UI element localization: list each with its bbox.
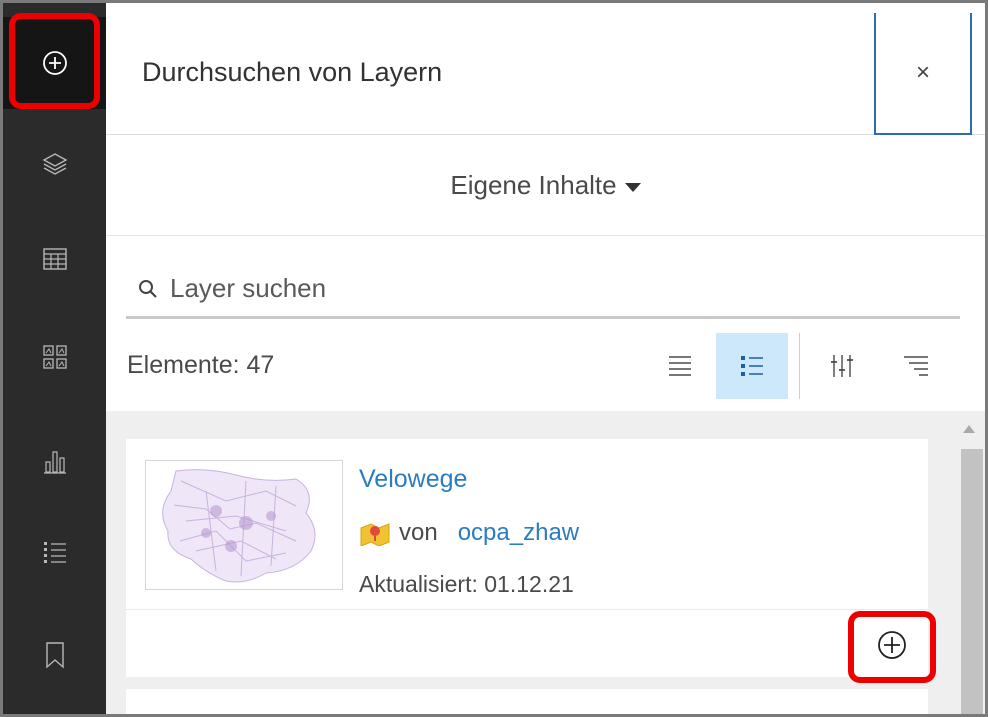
sort-icon	[904, 356, 928, 376]
scroll-thumb[interactable]	[961, 449, 983, 714]
filter-button[interactable]	[806, 333, 878, 399]
layers-button[interactable]	[3, 117, 106, 209]
search-input[interactable]	[170, 273, 930, 304]
by-label: von	[399, 519, 438, 546]
panel-header: Durchsuchen von Layern ×	[106, 3, 985, 135]
detail-list-view-button[interactable]	[716, 333, 788, 399]
results-list: Velowege von ocpa_zhaw Aktualisiert: 01.…	[106, 411, 985, 714]
table-button[interactable]	[3, 213, 106, 305]
basemap-gallery-icon	[42, 345, 67, 369]
scroll-up-arrow-icon[interactable]	[963, 425, 975, 433]
updated-date: Aktualisiert: 01.12.21	[359, 571, 574, 597]
detail-list-view-icon	[741, 356, 763, 376]
owner-badge-icon	[360, 523, 390, 546]
card-divider	[126, 609, 928, 610]
basemap-button[interactable]	[3, 311, 106, 403]
map-thumbnail-image	[162, 469, 316, 583]
bar-chart-icon	[43, 451, 66, 474]
list-view-button[interactable]	[644, 333, 716, 399]
highlight-box-add-button	[848, 611, 936, 683]
caret-down-icon	[624, 183, 641, 192]
legend-button[interactable]	[3, 507, 106, 599]
side-toolbar	[3, 3, 106, 714]
app-frame: Durchsuchen von Layern × Eigene Inhalte …	[0, 0, 988, 717]
panel-title: Durchsuchen von Layern	[142, 57, 443, 87]
charts-button[interactable]	[3, 415, 106, 507]
sort-button[interactable]	[880, 333, 952, 399]
owner-name-link[interactable]: ocpa_zhaw	[458, 519, 579, 547]
legend-list-icon	[43, 542, 66, 563]
content-source-dropdown[interactable]: Eigene Inhalte	[106, 136, 985, 236]
content-source-label: Eigene Inhalte	[450, 170, 617, 200]
table-icon	[42, 248, 67, 270]
search-bar	[126, 261, 960, 319]
highlight-box-add-layer	[9, 13, 100, 109]
layers-icon	[42, 153, 67, 175]
item-count: Elemente: 47	[127, 351, 275, 379]
bookmark-icon	[45, 642, 64, 669]
close-button[interactable]: ×	[874, 13, 972, 135]
layer-title[interactable]: Velowege	[359, 465, 467, 494]
bookmarks-button[interactable]	[3, 609, 106, 701]
toolbar-divider	[799, 333, 800, 399]
list-view-icon	[669, 356, 691, 376]
browse-layers-panel: Durchsuchen von Layern × Eigene Inhalte …	[106, 3, 985, 714]
layer-card[interactable]: Velowege von ocpa_zhaw Aktualisiert: 01.…	[126, 439, 928, 677]
search-icon	[139, 279, 157, 298]
results-toolbar: Elemente: 47	[106, 321, 985, 411]
layer-card[interactable]	[126, 689, 928, 714]
owner-row: von ocpa_zhaw	[359, 519, 579, 547]
filter-icon	[831, 355, 853, 377]
scrollbar[interactable]	[955, 411, 985, 714]
layer-thumbnail	[145, 460, 343, 590]
